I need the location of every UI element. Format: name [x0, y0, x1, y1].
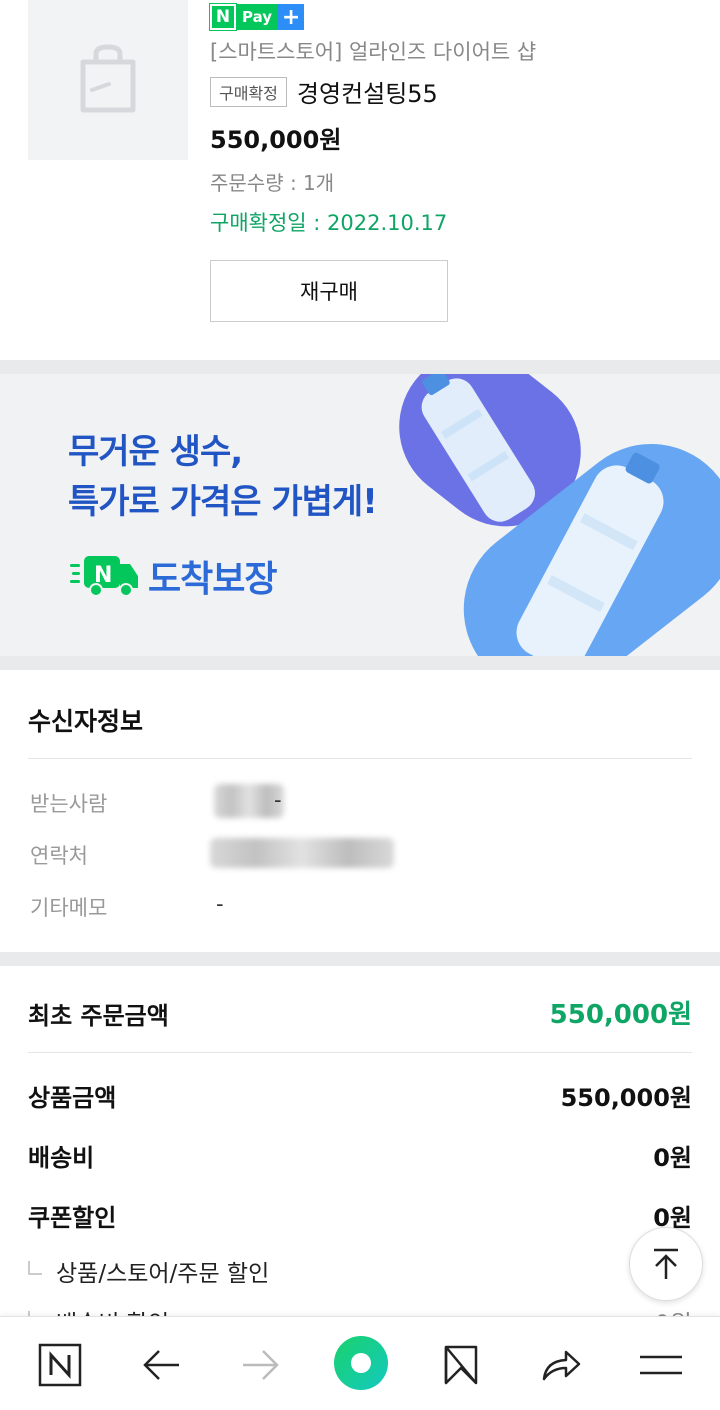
green-dot-icon: [334, 1336, 388, 1390]
recipient-title: 수신자정보: [28, 707, 144, 736]
naver-pay-plus-badge: N Pay +: [209, 3, 305, 31]
memo-label: 기타메모: [30, 896, 108, 920]
sub-item-label: 상품/스토어/주문 할인: [56, 1261, 270, 1287]
coupon-discount-label: 쿠폰할인: [28, 1204, 117, 1232]
sub-item-indent-icon: [28, 1261, 42, 1275]
promo-banner[interactable]: 무거운 생수, 특가로 가격은 가볍게! N 도착보장: [0, 374, 720, 656]
forward-button[interactable]: [233, 1337, 289, 1393]
delivery-truck-icon: N: [70, 554, 140, 598]
rebuy-button[interactable]: 재구매: [210, 260, 448, 322]
memo-value: -: [216, 892, 224, 916]
recipient-name-label: 받는사람: [30, 792, 108, 816]
initial-order-amount-value: 550,000원: [549, 1000, 692, 1030]
product-amount-label: 상품금액: [28, 1084, 117, 1112]
blurred-contact: [210, 838, 394, 868]
product-amount-value: 550,000원: [560, 1084, 692, 1112]
bookmark-button[interactable]: [433, 1337, 489, 1393]
share-button[interactable]: [533, 1337, 589, 1393]
contact-label: 연락처: [30, 844, 88, 868]
brand-n-letter: N: [94, 563, 112, 588]
product-title-row: 구매확정 경영컨설팅55: [210, 74, 438, 109]
product-name[interactable]: 경영컨설팅55: [297, 74, 438, 109]
scroll-to-top-button[interactable]: [629, 1227, 703, 1301]
section-divider: [0, 360, 720, 374]
status-badge: 구매확정: [210, 76, 287, 107]
shopping-bag-icon: [80, 44, 136, 113]
order-product-card: N Pay + [스마트스토어] 얼라인즈 다이어트 샵 구매확정 경영컨설팅5…: [0, 0, 720, 360]
naver-home-button[interactable]: [32, 1337, 88, 1393]
green-dot-button[interactable]: [333, 1335, 389, 1391]
arrival-guarantee-label: 도착보장: [148, 559, 277, 600]
browser-bottom-nav: [0, 1316, 720, 1410]
menu-button[interactable]: [633, 1337, 689, 1393]
pay-label: Pay: [236, 4, 279, 30]
shipping-fee-value: 0원: [653, 1144, 692, 1172]
product-price: 550,000원: [210, 126, 342, 154]
banner-headline-1: 무거운 생수,: [68, 432, 243, 472]
order-quantity: 주문수량 : 1개: [210, 171, 335, 195]
section-divider: [0, 656, 720, 670]
product-store-order-discount-label: 상품/스토어/주문 할인: [28, 1254, 269, 1288]
order-amount-section: 최초 주문금액 550,000원 상품금액 550,000원 배송비 0원 쿠폰…: [0, 966, 720, 1338]
purchase-confirm-date: 구매확정일 : 2022.10.17: [210, 211, 448, 235]
arrow-up-icon: [654, 1248, 678, 1279]
plus-icon: +: [278, 4, 305, 30]
divider: [28, 1052, 692, 1053]
bookmark-icon: [444, 1345, 478, 1385]
recipient-info-section: 수신자정보 받는사람 - 연락처 기타메모 -: [0, 670, 720, 952]
forward-arrow-icon: [243, 1350, 279, 1380]
product-thumbnail[interactable]: [28, 0, 188, 160]
section-divider: [0, 952, 720, 966]
shipping-fee-label: 배송비: [28, 1144, 95, 1172]
store-name[interactable]: [스마트스토어] 얼라인즈 다이어트 샵: [210, 36, 536, 66]
back-arrow-icon: [143, 1350, 179, 1380]
recipient-name-suffix: -: [274, 788, 282, 812]
back-button[interactable]: [133, 1337, 189, 1393]
divider: [28, 758, 692, 759]
initial-order-amount-label: 최초 주문금액: [28, 1002, 169, 1030]
banner-headline-2: 특가로 가격은 가볍게!: [68, 482, 378, 522]
share-icon: [542, 1350, 581, 1381]
menu-icon: [640, 1355, 682, 1375]
naver-home-icon: [38, 1343, 82, 1387]
naver-n-icon: N: [209, 3, 237, 31]
arrival-guarantee-brand: N 도착보장: [70, 550, 277, 602]
